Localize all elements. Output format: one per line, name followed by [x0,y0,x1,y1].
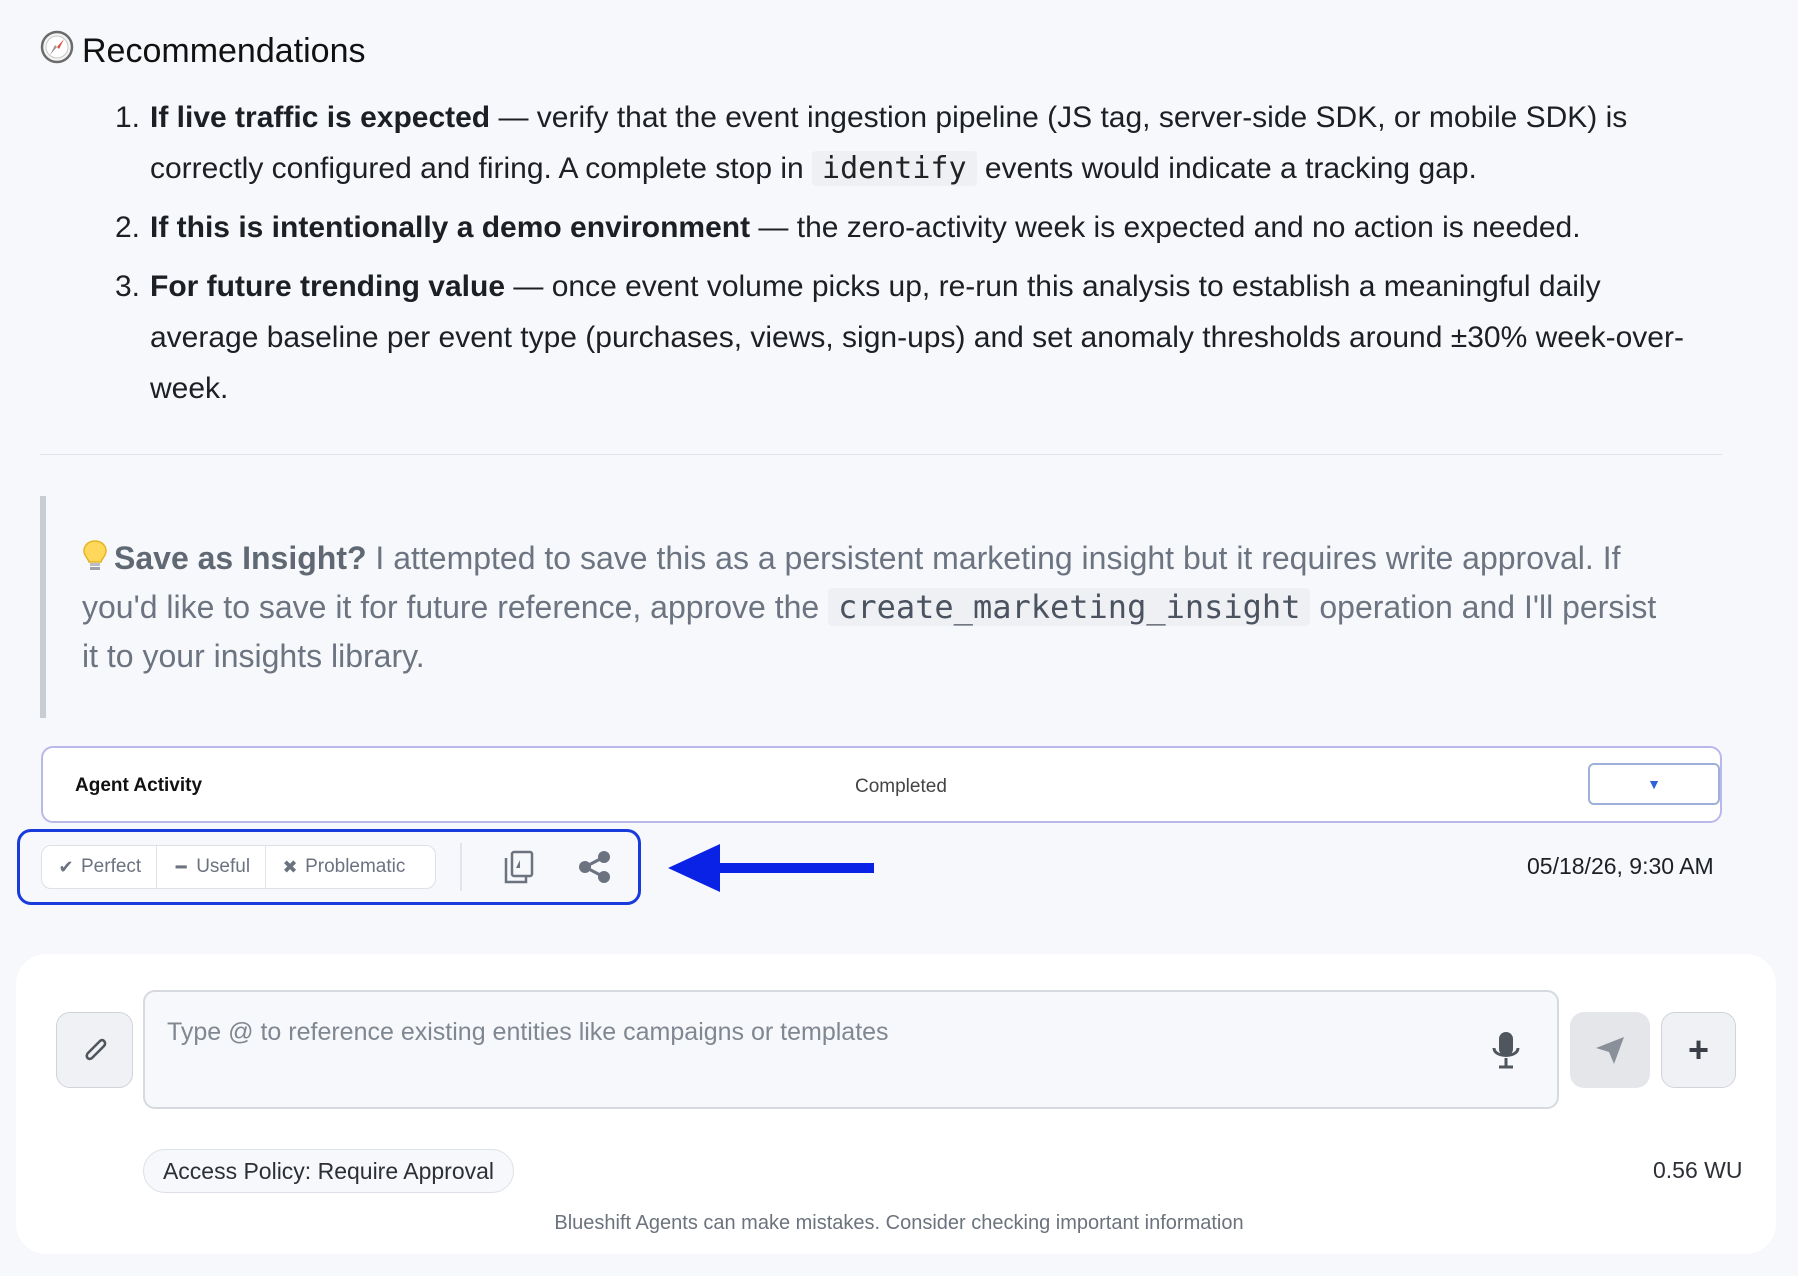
lightbulb-icon [82,540,114,576]
rating-button-group: ✔ Perfect ━ Useful ✖ Problematic [41,845,436,889]
paperclip-icon [85,1038,106,1061]
annotation-arrow [668,842,874,894]
list-item-text-after: events would indicate a tracking gap. [976,152,1477,185]
copy-icon [504,850,534,884]
usage-counter: 0.56 WU [1653,1157,1743,1183]
list-item-text-rest: — the zero-activity week is expected and… [750,211,1581,244]
chevron-down-icon: ▼ [1647,776,1661,792]
list-item-text: For future trending value — once event v… [150,261,1715,414]
list-item-bold: For future trending value [150,270,506,303]
list-item-text: If this is intentionally a demo environm… [150,202,1715,253]
problematic-button[interactable]: ✖ Problematic [266,846,420,888]
insight-callout: Save as Insight? I attempted to save thi… [40,496,1680,718]
checkmark-icon: ✔ [58,856,74,877]
send-button[interactable] [1570,1012,1650,1088]
x-icon: ✖ [282,856,298,877]
add-button[interactable]: + [1661,1012,1736,1088]
perfect-button[interactable]: ✔ Perfect [42,846,158,888]
useful-label: Useful [196,856,251,877]
perfect-label: Perfect [81,856,142,877]
insight-title: Save as Insight? [114,540,367,576]
problematic-label: Problematic [305,856,406,877]
share-button[interactable] [574,846,616,888]
list-item-bold: If live traffic is expected [150,101,491,134]
microphone-button[interactable] [1489,1028,1523,1074]
list-item-bold: If this is intentionally a demo environm… [150,211,751,244]
share-icon [579,851,610,883]
access-policy-label: Access Policy: Require Approval [162,1157,495,1184]
inline-code: identify [812,151,977,186]
attach-button[interactable] [56,1012,133,1088]
agent-activity-status: Completed [855,776,947,797]
microphone-icon [1492,1032,1520,1069]
minus-icon: ━ [175,856,187,877]
toolbar-divider [460,843,462,891]
agent-activity-panel[interactable]: Agent Activity Completed ▼ [41,746,1722,823]
list-item-text: If live traffic is expected — verify tha… [150,92,1715,194]
send-icon [1596,1037,1624,1064]
access-policy-badge[interactable]: Access Policy: Require Approval [143,1149,514,1193]
list-item-number: 3. [115,270,141,303]
input-placeholder: Type @ to reference existing entities li… [167,1018,889,1046]
message-input[interactable]: Type @ to reference existing entities li… [143,990,1559,1109]
message-timestamp: 05/18/26, 9:30 AM [1527,853,1714,879]
recommendations-title: Recommendations [82,32,366,70]
expand-activity-button[interactable]: ▼ [1588,763,1720,805]
list-item-number: 2. [115,211,141,244]
insight-code: create_marketing_insight [828,588,1311,626]
list-item: 2. If this is intentionally a demo envir… [115,202,1715,253]
recommendations-list: 1. If live traffic is expected — verify … [115,92,1715,422]
list-item: 1. If live traffic is expected — verify … [115,92,1715,194]
plus-icon: + [1687,1029,1710,1070]
useful-button[interactable]: ━ Useful [157,846,267,888]
compass-icon [40,30,74,73]
recommendations-heading: Recommendations [40,30,365,73]
list-item-number: 1. [115,101,141,134]
section-divider [40,454,1722,455]
list-item: 3. For future trending value — once even… [115,261,1715,414]
agent-activity-title: Agent Activity [75,775,203,796]
disclaimer-text: Blueshift Agents can make mistakes. Cons… [554,1212,1244,1234]
copy-button[interactable] [498,846,540,888]
